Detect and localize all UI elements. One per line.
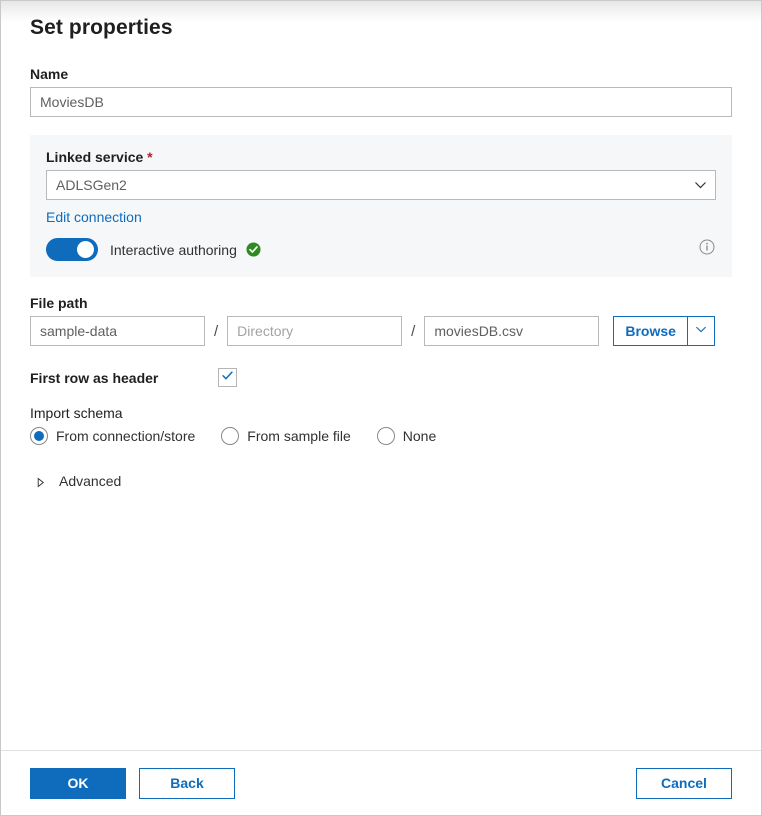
import-schema-label: Import schema (30, 405, 732, 421)
chevron-down-icon (695, 322, 707, 340)
linked-service-select-wrapper: ADLSGen2 (46, 170, 716, 200)
radio-label: From connection/store (56, 428, 195, 444)
first-row-as-header-row: First row as header (30, 368, 732, 387)
toggle-knob (77, 241, 94, 258)
linked-service-select[interactable]: ADLSGen2 (46, 170, 716, 200)
radio-indicator (221, 427, 239, 445)
file-path-directory-input[interactable] (227, 316, 402, 346)
triangle-right-icon (35, 475, 47, 487)
file-path-group: File path / / Browse (30, 295, 732, 346)
name-label: Name (30, 66, 732, 82)
linked-service-label-text: Linked service (46, 149, 143, 165)
set-properties-dialog: Set properties Name Linked service * ADL… (0, 0, 762, 816)
ok-button[interactable]: OK (30, 768, 126, 799)
radio-indicator-selected (30, 427, 48, 445)
cancel-button[interactable]: Cancel (636, 768, 732, 799)
checkmark-icon (221, 369, 234, 387)
file-path-row: / / Browse (30, 316, 732, 346)
advanced-section-toggle[interactable]: Advanced (30, 473, 732, 489)
radio-indicator (377, 427, 395, 445)
radio-label: From sample file (247, 428, 350, 444)
page-title: Set properties (30, 1, 732, 40)
radio-label: None (403, 428, 436, 444)
file-path-file-input[interactable] (424, 316, 599, 346)
name-input[interactable] (30, 87, 732, 117)
required-asterisk: * (147, 149, 152, 165)
advanced-label: Advanced (59, 473, 121, 489)
file-path-container-input[interactable] (30, 316, 205, 346)
radio-from-sample-file[interactable]: From sample file (221, 427, 350, 445)
import-schema-radio-group: From connection/store From sample file N… (30, 427, 732, 445)
info-circle-icon[interactable] (699, 239, 715, 255)
linked-service-selected-value: ADLSGen2 (56, 177, 127, 193)
dialog-footer: OK Back Cancel (1, 750, 761, 815)
back-button[interactable]: Back (139, 768, 235, 799)
browse-button-group: Browse (613, 316, 715, 346)
file-path-label: File path (30, 295, 732, 311)
browse-dropdown-button[interactable] (687, 317, 714, 345)
linked-service-panel: Linked service * ADLSGen2 Edit connectio… (30, 135, 732, 277)
import-schema-group: Import schema From connection/store From… (30, 405, 732, 445)
first-row-as-header-label: First row as header (30, 370, 218, 386)
path-separator-2: / (411, 323, 415, 340)
path-separator-1: / (214, 323, 218, 340)
first-row-as-header-checkbox[interactable] (218, 368, 237, 387)
browse-button[interactable]: Browse (614, 317, 687, 345)
green-check-circle-icon (246, 242, 261, 257)
radio-from-connection-store[interactable]: From connection/store (30, 427, 195, 445)
interactive-authoring-row: Interactive authoring (46, 238, 716, 261)
interactive-authoring-label: Interactive authoring (110, 242, 237, 258)
radio-none[interactable]: None (377, 427, 436, 445)
dialog-body: Set properties Name Linked service * ADL… (1, 1, 761, 750)
name-field-group: Name (30, 66, 732, 117)
linked-service-label: Linked service * (46, 149, 716, 165)
interactive-authoring-toggle[interactable] (46, 238, 98, 261)
edit-connection-link[interactable]: Edit connection (46, 209, 142, 225)
